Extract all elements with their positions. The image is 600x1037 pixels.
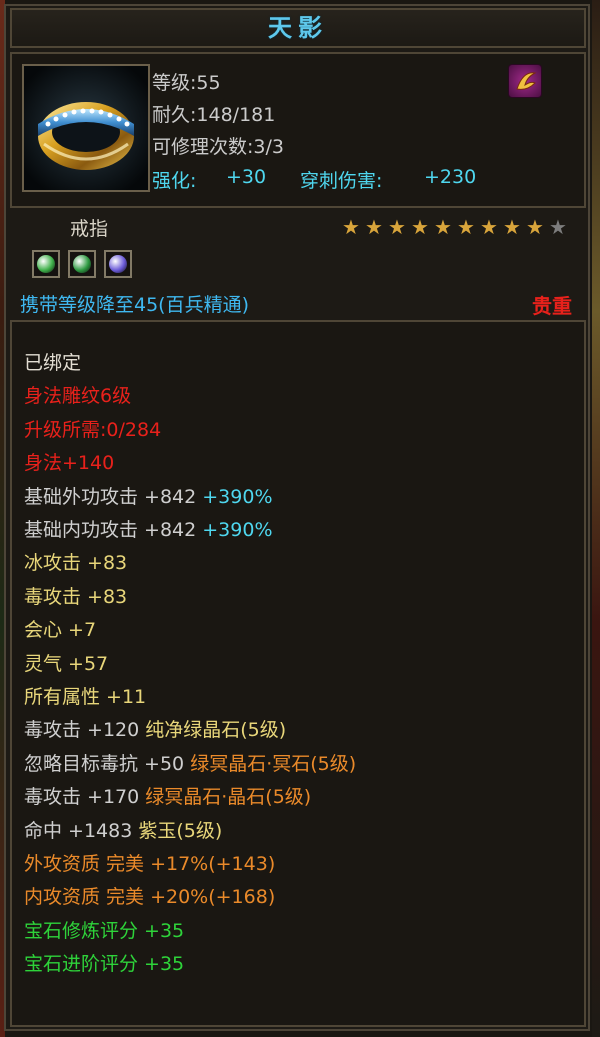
star-icon: ★	[342, 215, 360, 239]
attribute-text: 内攻资质 完美 +20%(+168)	[24, 886, 276, 909]
attribute-text: 身法雕纹6级	[24, 385, 132, 408]
attribute-line: 会心 +7	[24, 615, 96, 642]
right-border-decoration	[592, 0, 600, 1037]
star-icon: ★	[549, 215, 567, 239]
item-repair-count: 可修理次数:3/3	[152, 136, 284, 158]
attribute-line: 内攻资质 完美 +20%(+168)	[24, 882, 275, 909]
attribute-text: 毒攻击 +120	[24, 719, 146, 742]
attribute-line: 命中 +1483 紫玉(5级)	[24, 816, 222, 843]
item-summary: 戒指 ★ ★ ★ ★ ★ ★ ★ ★ ★ ★ 携带等级降至45(百兵精通) 贵重	[10, 208, 586, 318]
gold-ring-icon	[22, 64, 150, 192]
attribute-line: 毒攻击 +83	[24, 582, 127, 609]
attribute-text: 命中 +1483	[24, 819, 139, 842]
item-level: 等级:55	[152, 72, 221, 94]
attribute-text: +390%	[202, 485, 273, 508]
star-icon: ★	[411, 215, 429, 239]
star-rating: ★ ★ ★ ★ ★ ★ ★ ★ ★ ★	[340, 216, 569, 238]
attribute-text: +390%	[202, 519, 273, 541]
pierce-label: 穿刺伤害:	[300, 170, 383, 192]
attribute-line: 身法雕纹6级	[24, 381, 131, 408]
attribute-text: 绿冥晶石·冥石(5级)	[190, 752, 357, 775]
attribute-line: 身法+140	[24, 448, 114, 475]
purple-gem-icon[interactable]	[104, 250, 132, 278]
attribute-text: 身法+140	[24, 452, 115, 475]
star-icon: ★	[503, 215, 521, 239]
attribute-line: 宝石修炼评分 +35	[24, 916, 184, 943]
star-icon: ★	[388, 215, 406, 239]
attribute-line: 忽略目标毒抗 +50 绿冥晶石·冥石(5级)	[24, 749, 356, 776]
attribute-text: 宝石修炼评分 +35	[24, 919, 185, 942]
star-icon: ★	[434, 215, 452, 239]
enhance-label: 强化:	[152, 170, 197, 192]
attribute-text: 绿冥晶石·晶石(5级)	[145, 786, 312, 809]
gem-sockets	[32, 250, 132, 278]
attribute-line: 外攻资质 完美 +17%(+143)	[24, 849, 275, 876]
star-icon: ★	[365, 215, 383, 239]
star-icon: ★	[457, 215, 475, 239]
attribute-line: 已绑定	[24, 348, 81, 375]
attribute-text: 忽略目标毒抗 +50	[24, 752, 191, 775]
attribute-text: 基础外功攻击 +842	[24, 485, 203, 508]
attribute-text: 会心 +7	[24, 619, 97, 642]
attribute-line: 所有属性 +11	[24, 682, 146, 709]
item-header: 等级:55 耐久:148/181 可修理次数:3/3 强化: +30 穿刺伤害:…	[10, 52, 586, 208]
carry-level-text: 携带等级降至45(百兵精通)	[20, 294, 250, 316]
attribute-text: 已绑定	[24, 352, 82, 374]
attribute-text: 纯净绿晶石(5级)	[145, 719, 287, 742]
attribute-line: 灵气 +57	[24, 649, 108, 676]
attribute-line: 冰攻击 +83	[24, 548, 127, 575]
attribute-text: 所有属性 +11	[24, 686, 147, 708]
attribute-line: 毒攻击 +120 纯净绿晶石(5级)	[24, 715, 286, 742]
item-name: 天影	[268, 14, 328, 42]
green-gem-icon[interactable]	[68, 250, 96, 278]
green-gem-icon[interactable]	[32, 250, 60, 278]
attribute-text: 升级所需:0/284	[24, 418, 162, 441]
attribute-text: 外攻资质 完美 +17%(+143)	[24, 853, 276, 875]
attribute-text: 紫玉(5级)	[138, 819, 223, 842]
attribute-text: 冰攻击 +83	[24, 552, 128, 575]
star-icon: ★	[480, 215, 498, 239]
attributes-panel: 已绑定身法雕纹6级升级所需:0/284 身法+140 基础外功攻击 +842 +39…	[10, 320, 586, 1027]
attribute-line: 毒攻击 +170 绿冥晶石·晶石(5级)	[24, 782, 311, 809]
item-durability: 耐久:148/181	[152, 104, 276, 126]
rarity-label: 贵重	[532, 294, 572, 318]
attribute-text: 毒攻击 +83	[24, 585, 128, 608]
attribute-text: 毒攻击 +170	[24, 786, 146, 809]
attribute-text: 宝石进阶评分 +35	[24, 953, 185, 976]
item-type: 戒指	[70, 218, 109, 240]
star-icon: ★	[526, 215, 544, 239]
martial-class-badge-icon	[508, 64, 542, 98]
attribute-text: 基础内功攻击 +842	[24, 519, 203, 541]
attribute-text: 灵气 +57	[24, 652, 109, 675]
pierce-value: +230	[424, 166, 477, 188]
title-bar: 天影	[10, 8, 586, 48]
attribute-line: 宝石进阶评分 +35	[24, 949, 184, 976]
attribute-line: 基础内功攻击 +842 +390%	[24, 515, 273, 542]
enhance-value: +30	[226, 166, 267, 188]
attribute-line: 基础外功攻击 +842 +390%	[24, 482, 273, 509]
attribute-line: 升级所需:0/284	[24, 415, 161, 442]
